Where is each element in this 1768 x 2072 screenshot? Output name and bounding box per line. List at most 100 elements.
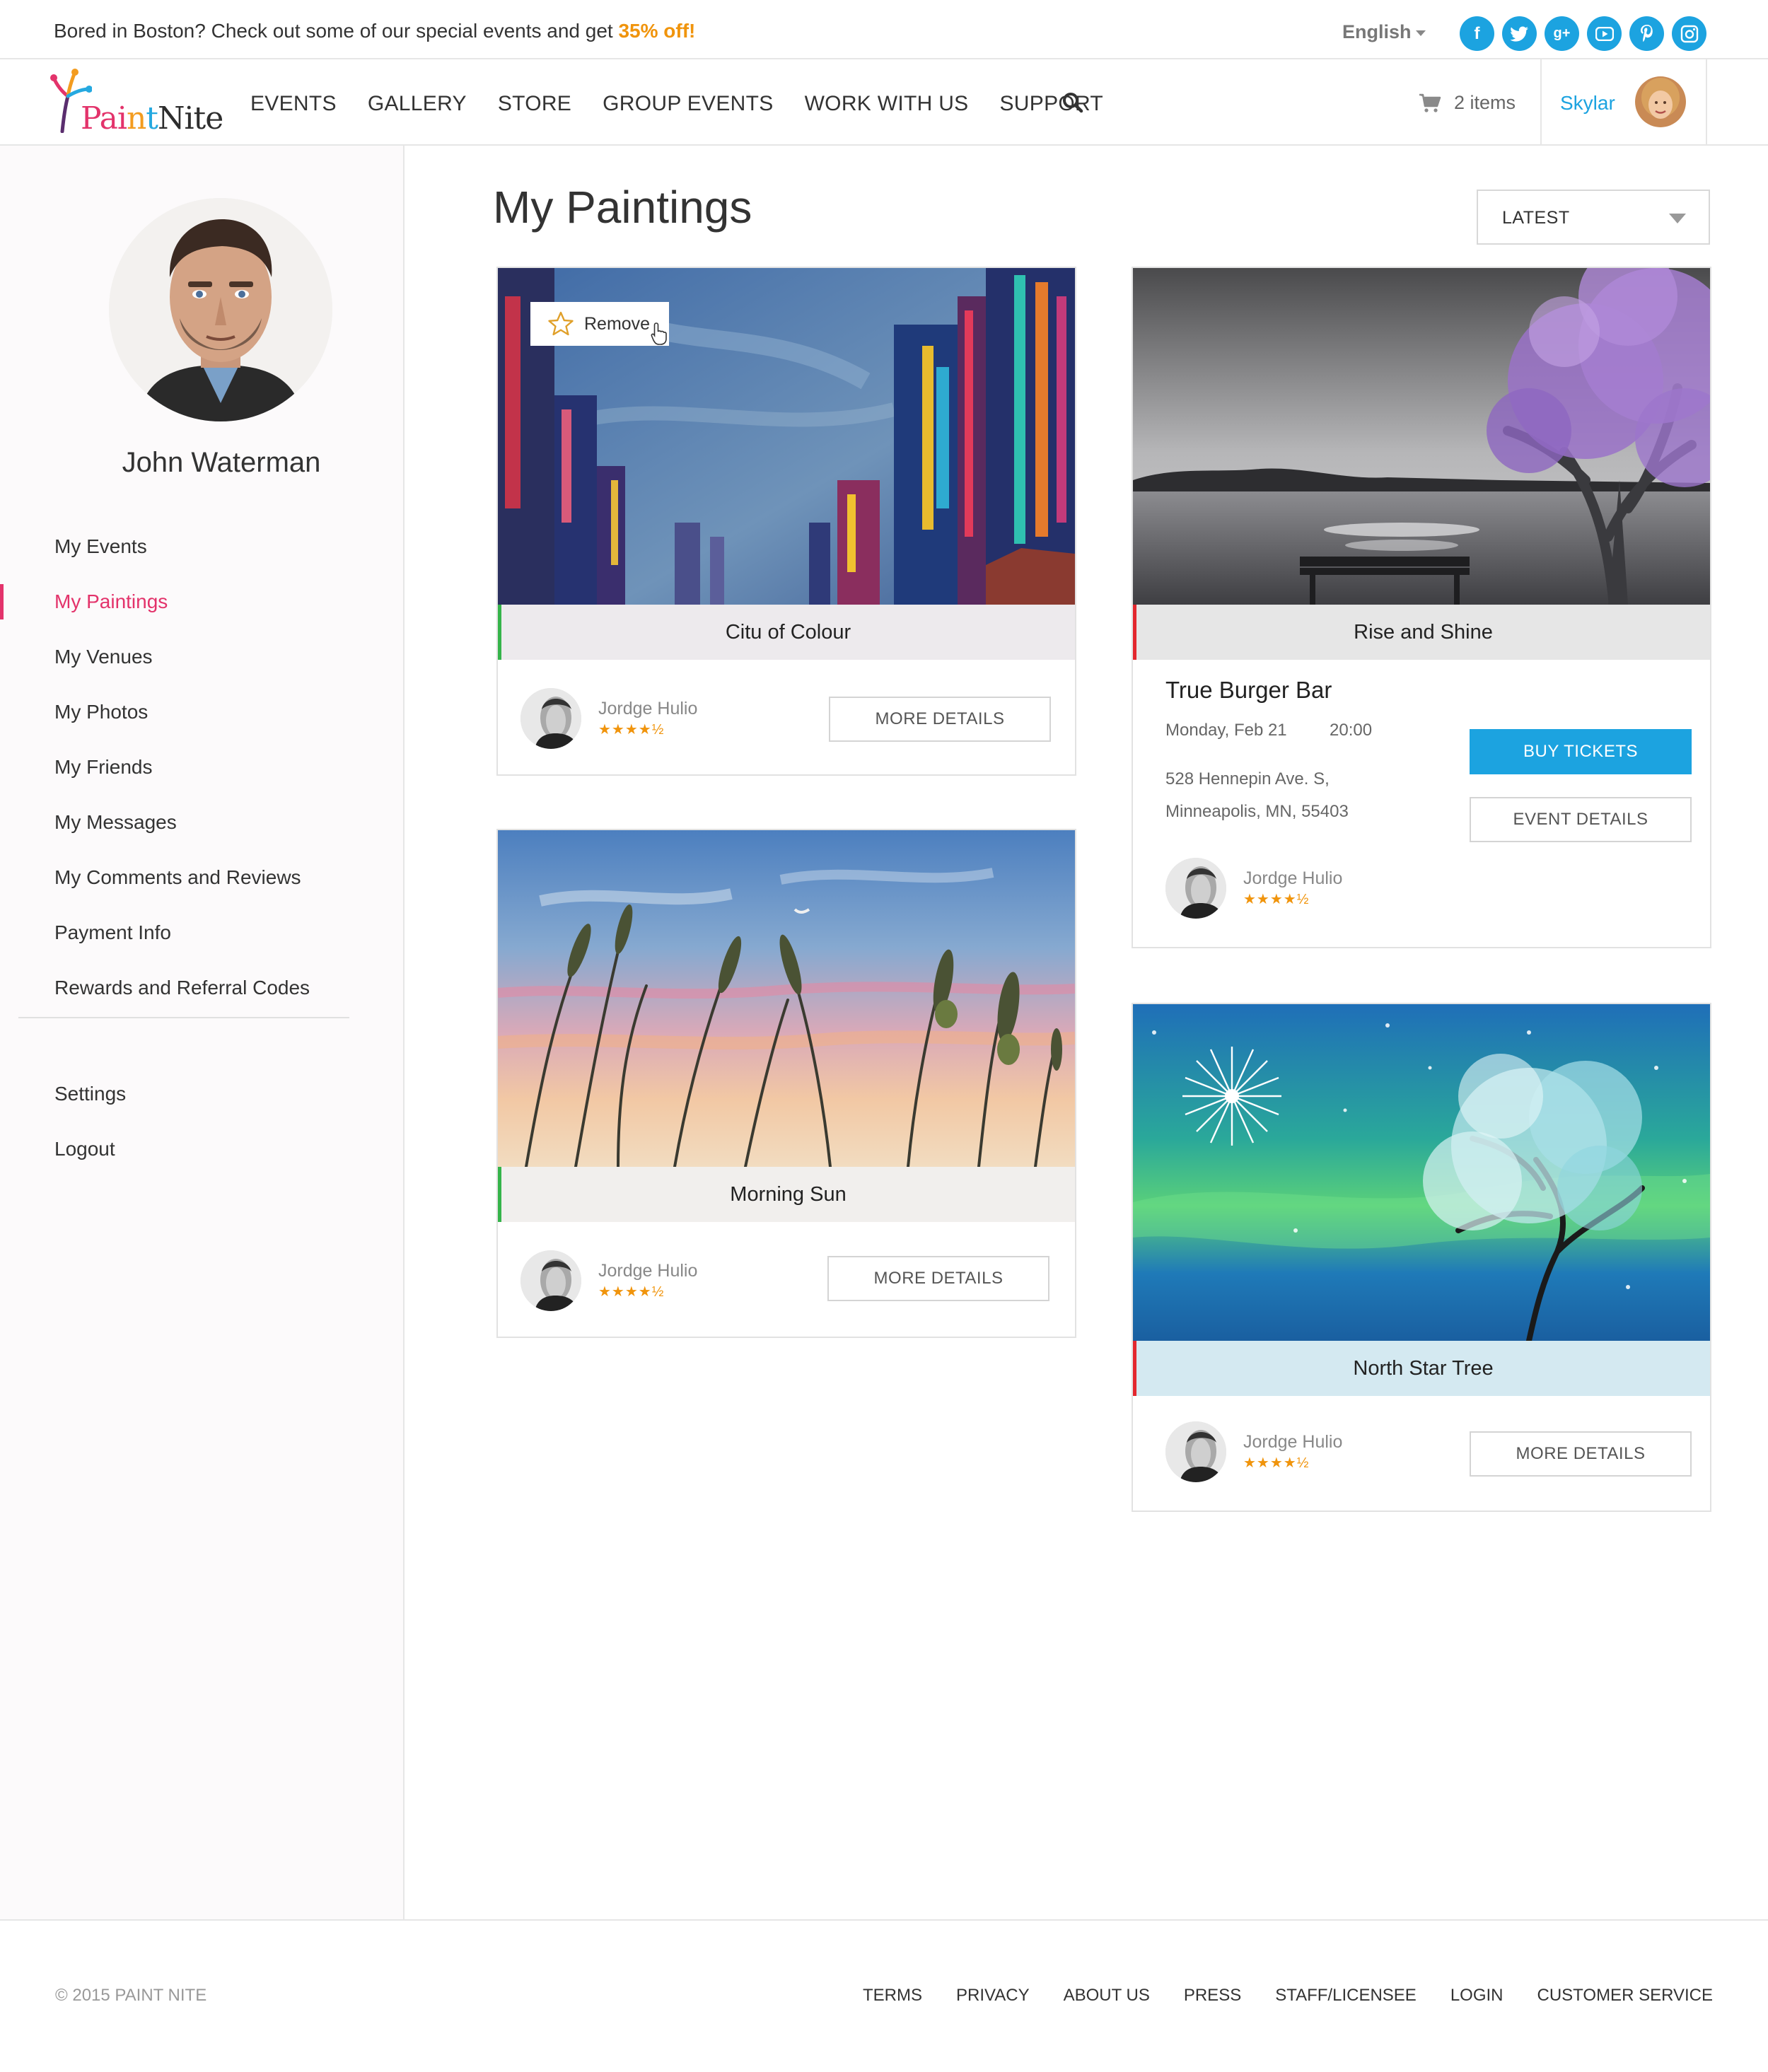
sidebar-item-my-photos[interactable]: My Photos	[0, 685, 405, 740]
event-time: 20:00	[1330, 721, 1373, 740]
painting-card: North Star Tree Jordge Hulio ★★★★½ MORE …	[1132, 1003, 1711, 1512]
promo-message: Bored in Boston? Check out some of our s…	[54, 20, 619, 42]
promo-text: Bored in Boston? Check out some of our s…	[54, 20, 695, 42]
event-details-button[interactable]: EVENT DETAILS	[1470, 797, 1692, 842]
footer-link-terms[interactable]: TERMS	[863, 1986, 922, 2006]
sort-value: LATEST	[1502, 208, 1570, 228]
painting-title: North Star Tree	[1133, 1341, 1710, 1396]
artist-info[interactable]: Jordge Hulio ★★★★½	[1165, 858, 1342, 919]
remove-favorite-button[interactable]: Remove	[530, 302, 669, 346]
venue-name[interactable]: True Burger Bar	[1165, 677, 1332, 704]
footer-link-login[interactable]: LOGIN	[1450, 1986, 1504, 2006]
more-details-button[interactable]: MORE DETAILS	[829, 697, 1051, 742]
promo-bar: Bored in Boston? Check out some of our s…	[0, 0, 1768, 59]
artist-rating: ★★★★½	[598, 1284, 665, 1300]
painting-title: Citu of Colour	[498, 605, 1075, 660]
artist-rating: ★★★★½	[1243, 892, 1310, 907]
sort-dropdown[interactable]: LATEST	[1477, 190, 1710, 245]
account-menu: Settings Logout	[0, 1066, 405, 1177]
artist-name: Jordge Hulio	[598, 699, 698, 718]
sidebar-item-my-venues[interactable]: My Venues	[0, 629, 405, 685]
painting-title: Rise and Shine	[1133, 605, 1710, 660]
profile-menu: My Events My Paintings My Venues My Phot…	[0, 519, 405, 1015]
sidebar-item-my-events[interactable]: My Events	[0, 519, 405, 574]
user-avatar[interactable]	[1635, 76, 1686, 127]
artist-name: Jordge Hulio	[1243, 868, 1343, 888]
venue-address-line2: Minneapolis, MN, 55403	[1165, 802, 1349, 821]
user-name-link[interactable]: Skylar	[1560, 92, 1615, 115]
footer-link-privacy[interactable]: PRIVACY	[956, 1986, 1030, 2006]
cart-button[interactable]: 2 items	[1419, 92, 1516, 114]
nav-divider-right	[1706, 59, 1707, 144]
painting-card: Remove Citu of Colour Jordge Hulio ★★★★½…	[496, 267, 1076, 776]
sidebar-item-settings[interactable]: Settings	[0, 1066, 405, 1122]
nav-item-work-with-us[interactable]: WORK WITH US	[805, 92, 969, 116]
sidebar-item-logout[interactable]: Logout	[0, 1122, 405, 1177]
sidebar-item-my-messages[interactable]: My Messages	[0, 795, 405, 850]
artist-avatar	[1165, 1421, 1226, 1482]
google-plus-icon[interactable]: g+	[1545, 16, 1579, 51]
painting-title: Morning Sun	[498, 1167, 1075, 1222]
more-details-button[interactable]: MORE DETAILS	[1470, 1431, 1692, 1477]
chevron-down-icon	[1669, 214, 1686, 223]
artist-info[interactable]: Jordge Hulio ★★★★½	[1165, 1421, 1342, 1482]
cart-count: 2 items	[1454, 92, 1516, 113]
promo-discount-link[interactable]: 35% off!	[618, 20, 695, 42]
logo-wordmark: PaintNite	[81, 100, 223, 136]
hand-cursor-icon	[651, 322, 667, 345]
sidebar-item-rewards[interactable]: Rewards and Referral Codes	[0, 960, 405, 1015]
chevron-down-icon	[1415, 30, 1426, 36]
language-selector[interactable]: English	[1342, 21, 1426, 43]
profile-sidebar: John Waterman My Events My Paintings My …	[0, 146, 405, 1919]
nav-menu: EVENTS GALLERY STORE GROUP EVENTS WORK W…	[250, 92, 1134, 116]
painting-card: Morning Sun Jordge Hulio ★★★★½ MORE DETA…	[496, 829, 1076, 1338]
artist-avatar	[520, 688, 581, 749]
nav-item-store[interactable]: STORE	[498, 92, 571, 116]
twitter-icon[interactable]	[1502, 16, 1537, 51]
pinterest-icon[interactable]	[1629, 16, 1664, 51]
artist-name: Jordge Hulio	[1243, 1432, 1343, 1452]
search-icon[interactable]	[1062, 92, 1085, 115]
footer-link-press[interactable]: PRESS	[1184, 1986, 1241, 2006]
venue-address-line1: 528 Hennepin Ave. S,	[1165, 769, 1330, 788]
main-nav: PaintNite EVENTS GALLERY STORE GROUP EVE…	[0, 59, 1768, 146]
star-outline-icon	[548, 311, 574, 336]
footer-link-about[interactable]: ABOUT US	[1064, 1986, 1150, 2006]
artist-info[interactable]: Jordge Hulio ★★★★½	[520, 688, 697, 749]
sidebar-item-my-paintings[interactable]: My Paintings	[0, 574, 405, 629]
page-title: My Paintings	[493, 182, 752, 233]
artist-rating: ★★★★½	[1243, 1455, 1310, 1471]
sidebar-item-payment-info[interactable]: Payment Info	[0, 905, 405, 960]
artist-rating: ★★★★½	[598, 722, 665, 738]
footer-link-staff[interactable]: STAFF/LICENSEE	[1275, 1986, 1417, 2006]
sidebar-item-my-friends[interactable]: My Friends	[0, 740, 405, 795]
copyright: © 2015 PAINT NITE	[55, 1986, 207, 2005]
footer: © 2015 PAINT NITE TERMS PRIVACY ABOUT US…	[0, 1919, 1768, 2072]
nav-item-events[interactable]: EVENTS	[250, 92, 337, 116]
sidebar-divider	[18, 1017, 349, 1018]
paintnite-logo[interactable]: PaintNite	[50, 68, 226, 139]
youtube-icon[interactable]	[1587, 16, 1622, 51]
painting-image[interactable]	[1133, 1004, 1710, 1341]
painting-image[interactable]	[498, 830, 1075, 1167]
footer-link-customer-service[interactable]: CUSTOMER SERVICE	[1537, 1986, 1714, 2006]
artist-name: Jordge Hulio	[598, 1261, 698, 1281]
facebook-icon[interactable]: f	[1460, 16, 1494, 51]
painting-image[interactable]	[1133, 268, 1710, 605]
cart-icon	[1419, 93, 1441, 112]
buy-tickets-button[interactable]: BUY TICKETS	[1470, 729, 1692, 774]
instagram-icon[interactable]	[1672, 16, 1706, 51]
nav-item-group-events[interactable]: GROUP EVENTS	[603, 92, 773, 116]
sidebar-item-comments-reviews[interactable]: My Comments and Reviews	[0, 850, 405, 905]
more-details-button[interactable]: MORE DETAILS	[827, 1256, 1049, 1301]
artist-info[interactable]: Jordge Hulio ★★★★½	[520, 1250, 697, 1311]
footer-links: TERMS PRIVACY ABOUT US PRESS STAFF/LICEN…	[829, 1986, 1713, 2006]
profile-name: John Waterman	[122, 447, 321, 478]
language-label: English	[1342, 21, 1412, 42]
nav-item-gallery[interactable]: GALLERY	[368, 92, 467, 116]
nav-item-support[interactable]: SUPPORT	[999, 92, 1103, 116]
social-links: f g+	[1460, 16, 1706, 51]
nav-divider	[1540, 59, 1542, 144]
profile-photo	[109, 198, 332, 421]
event-date: Monday, Feb 21	[1165, 721, 1287, 740]
